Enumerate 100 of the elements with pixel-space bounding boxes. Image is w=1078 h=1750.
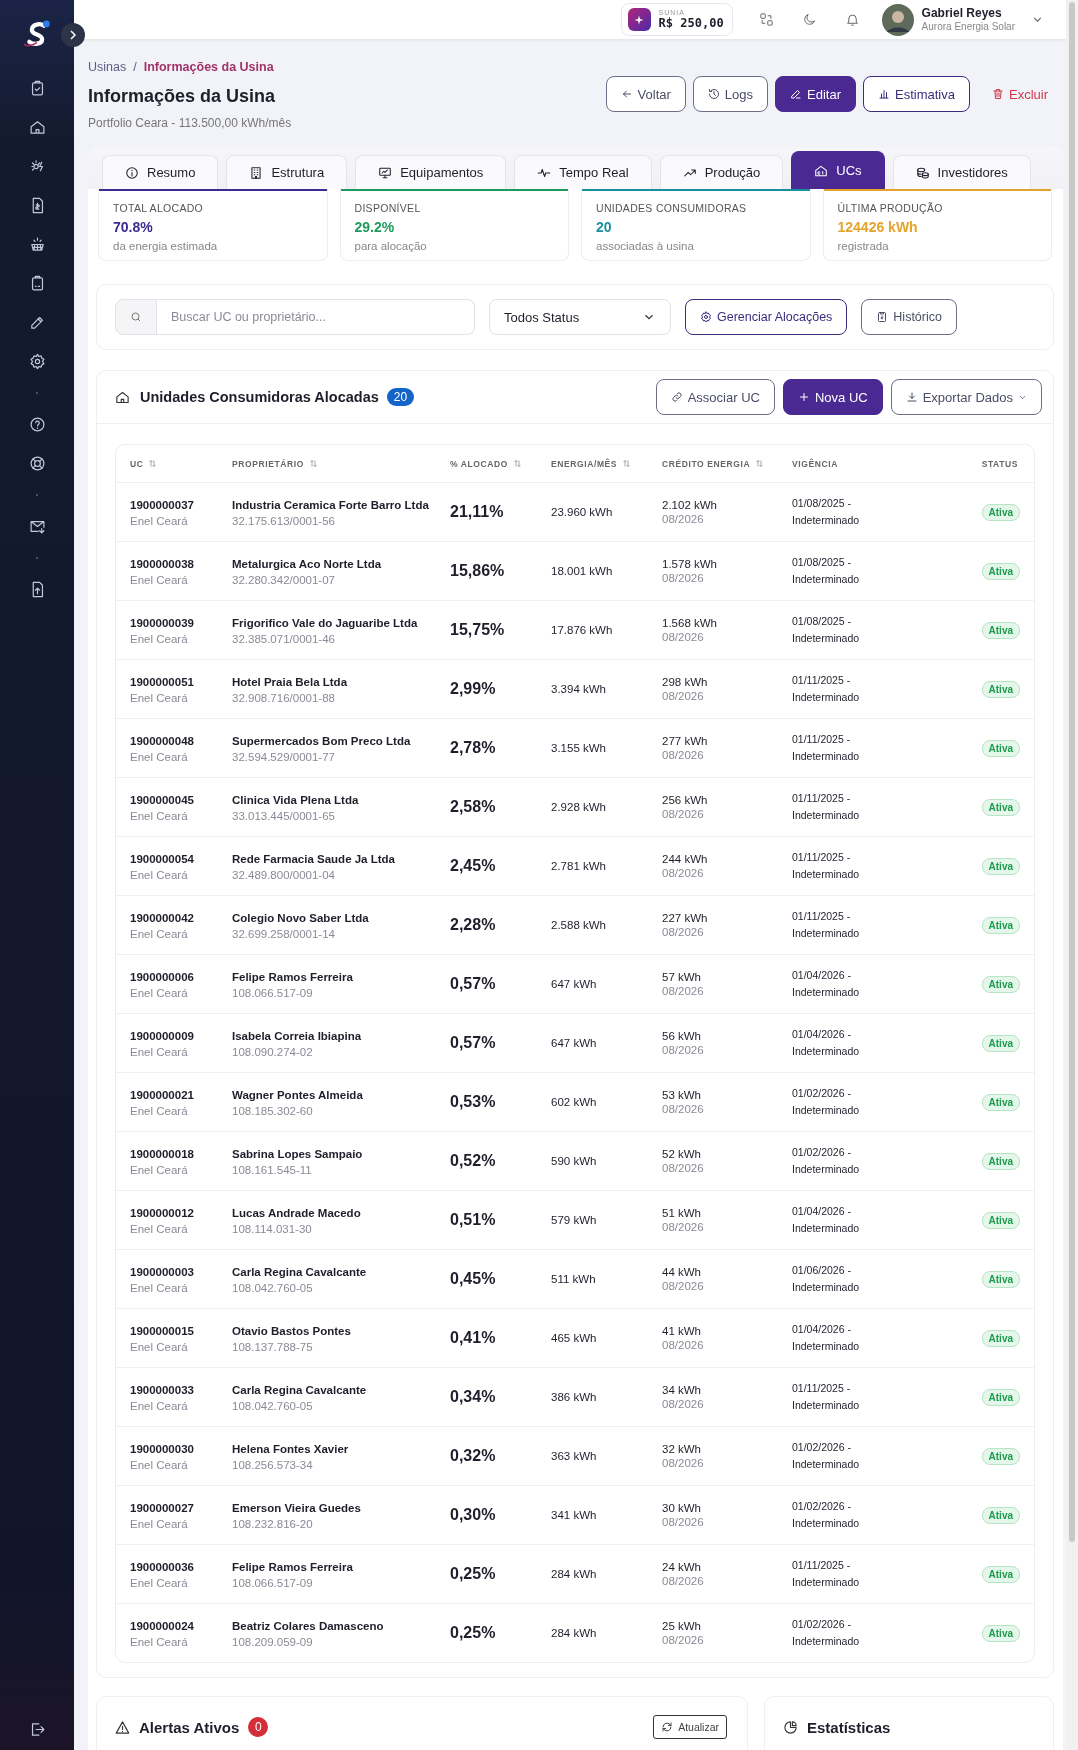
owner-name: Felipe Ramos Ferreira [232,1559,354,1575]
energy-credit: 51 kWh [662,1207,702,1219]
avatar-icon[interactable] [881,3,914,36]
help-icon[interactable] [28,416,46,433]
owner-document: 108.232.816-20 [232,1518,314,1531]
stat-value: 124426 kWh [837,219,919,235]
utility-name: Enel Ceará [130,810,189,823]
energy-credit: 277 kWh [662,735,709,747]
refresh-button[interactable]: Atualizar [653,1715,727,1739]
energy-credit: 256 kWh [662,794,709,806]
credit-period: 08/2026 [662,513,705,525]
owner-document: 32.175.613/0001-56 [232,515,336,528]
credit-period: 08/2026 [662,1457,705,1469]
validity-period: 01/11/2025 - Indeterminado [792,673,861,705]
count-badge: 20 [386,388,415,406]
monthly-energy: 2.588 kWh [551,919,607,931]
utility-name: Enel Ceará [130,1223,189,1236]
uc-number: 1900000015 [130,1323,195,1339]
uc-number: 1900000048 [130,733,195,749]
uc-action-button[interactable]: Nova UC [782,379,883,415]
breadcrumb-link[interactable]: Usinas [88,60,127,74]
credit-period: 08/2026 [662,1339,705,1351]
allocated-percent: 0,32% [450,1447,497,1465]
status-select[interactable]: Todos Status [489,299,671,335]
action-button[interactable]: Excluir [977,76,1063,112]
stat-title: DISPONÍVEL [354,202,422,214]
tab[interactable]: Investidores [892,155,1031,189]
owner-document: 32.280.342/0001-07 [232,574,336,587]
monthly-energy: 465 kWh [551,1332,598,1344]
building-icon [249,165,264,180]
breadcrumb-separator: / [133,60,137,74]
credit-period: 08/2026 [662,749,705,761]
uc-number: 1900000042 [130,910,195,926]
tab[interactable]: UCs [791,151,885,189]
validity-period: 01/11/2025 - Indeterminado [792,909,861,941]
breadcrumb-current: Informações da Usina [143,60,274,74]
energy-credit: 52 kWh [662,1148,702,1160]
owner-document: 33.013.445/0001-65 [232,810,336,823]
column-header[interactable]: CRÉDITO ENERGIA [662,458,792,469]
column-header[interactable]: ENERGIA/MÊS [551,458,662,469]
home-icon[interactable] [28,119,46,136]
owner-name: Metalurgica Aco Norte Ltda [232,556,383,572]
owner-document: 108.042.760-05 [232,1400,314,1413]
filter-button[interactable]: Gerenciar Alocações [685,299,848,335]
clipboard-icon [876,311,889,323]
action-button[interactable]: Logs [692,76,769,112]
uc-number: 1900000003 [130,1264,195,1280]
pencil-icon[interactable] [28,314,46,331]
allocated-percent: 0,45% [450,1270,497,1288]
uc-number: 1900000037 [130,497,195,513]
credit-period: 08/2026 [662,1634,705,1646]
monthly-energy: 3.394 kWh [551,683,607,695]
tab[interactable]: Tempo Real [514,155,652,189]
allocated-percent: 21,11% [450,503,505,521]
lifebuoy-icon[interactable] [28,455,46,472]
tab[interactable]: Produção [659,155,784,189]
utility-name: Enel Ceará [130,1164,189,1177]
uc-action-button[interactable]: Exportar Dados [890,379,1042,415]
allocated-percent: 0,25% [450,1624,497,1642]
credit-period: 08/2026 [662,1398,705,1410]
search-field[interactable]: Buscar UC ou proprietário... [157,299,475,335]
column-header[interactable]: PROPRIETÁRIO [232,458,450,469]
utility-name: Enel Ceará [130,928,189,941]
monthly-energy: 602 kWh [551,1096,598,1108]
validity-period: 01/02/2026 - Indeterminado [792,1145,861,1177]
utility-name: Enel Ceará [130,1046,189,1059]
tab[interactable]: Equipamentos [355,155,507,189]
owner-document: 108.185.302-60 [232,1105,314,1118]
mail-download-icon[interactable] [28,518,46,535]
monthly-energy: 363 kWh [551,1450,598,1462]
download-icon [905,391,918,403]
filter-button[interactable]: Histórico [861,299,957,335]
credit-period: 08/2026 [662,1044,705,1056]
action-button[interactable]: Editar [775,76,856,112]
monthly-energy: 341 kWh [551,1509,598,1521]
uc-number: 1900000054 [130,851,195,867]
owner-name: Industria Ceramica Forte Barro Ltda [232,497,430,513]
owner-name: Otavio Bastos Pontes [232,1323,352,1339]
utility-name: Enel Ceará [130,987,189,1000]
monthly-energy: 3.155 kWh [551,742,607,754]
column-header[interactable]: % ALOCADO [450,458,551,469]
energy-credit: 1.578 kWh [662,558,718,570]
action-button[interactable]: Voltar [605,76,686,112]
status-badge: Ativa [981,1447,1020,1465]
action-button[interactable]: Estimativa [863,76,970,112]
tab[interactable]: Estrutura [226,155,348,189]
stat-title: ÚLTIMA PRODUÇÃO [837,202,944,214]
validity-period: 01/08/2025 - Indeterminado [792,614,861,646]
monthly-energy: 647 kWh [551,1037,598,1049]
utility-name: Enel Ceará [130,1105,189,1118]
column-header[interactable]: UC [130,458,232,469]
allocated-percent: 15,86% [450,562,506,580]
stat-value: 29.2% [354,219,396,235]
status-badge: Ativa [981,975,1020,993]
stat-value: 20 [596,219,613,235]
settings-icon [700,311,712,323]
status-badge: Ativa [981,1270,1020,1288]
uc-action-button[interactable]: Associar UC [655,379,775,415]
tab[interactable]: Resumo [102,155,219,189]
settings-icon[interactable] [28,353,46,370]
